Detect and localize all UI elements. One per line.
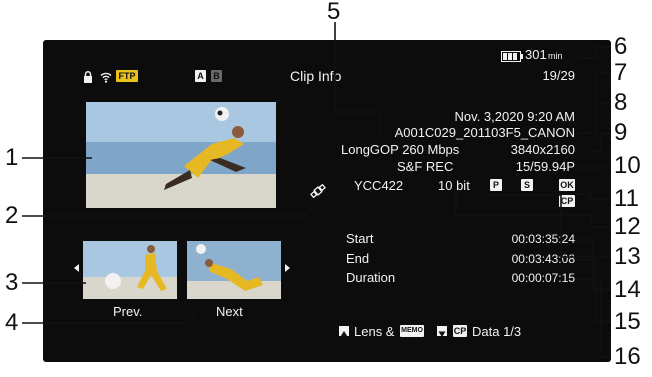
main-thumbnail	[86, 102, 276, 208]
memo-badge: MEMO	[400, 325, 424, 337]
next-label[interactable]: Next	[216, 305, 243, 318]
s-mark-badge: S	[521, 179, 533, 191]
callout-15: 15	[614, 308, 641, 335]
duration-timecode: 00:00:07:15	[511, 271, 575, 285]
start-timecode: 00:03:35:24	[511, 232, 575, 246]
p-mark-badge: P	[490, 179, 502, 191]
prev-thumbnail[interactable]	[83, 241, 177, 299]
bit-depth: 10 bit	[438, 178, 470, 193]
lens-label: Lens &	[354, 324, 395, 339]
wifi-icon	[100, 70, 112, 83]
resolution: 3840x2160	[510, 142, 575, 157]
battery-unit: min	[548, 51, 563, 61]
codec-bitrate: LongGOP 260 Mbps	[341, 142, 460, 157]
gps-icon	[310, 183, 326, 199]
sf-rec: S&F REC	[397, 159, 454, 174]
lock-icon	[83, 70, 93, 83]
callout-13: 13	[614, 243, 641, 270]
callout-10: 10	[614, 152, 641, 179]
prev-label[interactable]: Prev.	[113, 305, 142, 318]
callout-11: 11	[614, 185, 639, 212]
clip-counter: 19/29	[542, 68, 575, 83]
callout-1: 1	[5, 144, 19, 171]
start-label: Start	[346, 231, 374, 246]
battery-icon	[501, 49, 523, 62]
cp-data-badge: CP	[453, 325, 467, 337]
down-arrow-icon[interactable]	[437, 326, 447, 337]
screen-title: Clip Info	[290, 68, 342, 84]
slot-b-badge: B	[211, 70, 222, 82]
callout-4: 4	[5, 309, 19, 336]
cp-mark-badge: CP	[559, 195, 575, 207]
camera-screen: FTP A B Clip Info 301 min 19/29 Prev. Ne…	[43, 40, 611, 362]
callout-3: 3	[5, 269, 19, 296]
end-label: End	[346, 251, 370, 266]
callout-6: 6	[614, 33, 628, 60]
next-thumbnail[interactable]	[187, 241, 281, 299]
callout-14: 14	[614, 276, 641, 303]
clip-name: A001C029_201103F5_CANON	[394, 125, 575, 140]
up-arrow-icon[interactable]	[339, 326, 349, 337]
ok-mark-badge: OK	[559, 179, 575, 191]
ftp-badge: FTP	[116, 70, 138, 82]
data-page-label: Data 1/3	[472, 324, 522, 339]
left-arrow-icon[interactable]	[74, 264, 79, 272]
frame-rate: 15/59.94P	[515, 159, 575, 174]
duration-label: Duration	[346, 270, 396, 285]
end-timecode: 00:03:43:08	[511, 252, 575, 266]
recording-date-time: Nov. 3,2020 9:20 AM	[454, 109, 575, 124]
callout-2: 2	[5, 202, 19, 229]
callout-7: 7	[614, 59, 628, 86]
callout-9: 9	[614, 119, 628, 146]
callout-5: 5	[327, 0, 341, 25]
callout-8: 8	[614, 89, 628, 116]
battery-time: 301	[525, 47, 547, 62]
slot-a-badge: A	[195, 70, 206, 82]
callout-16: 16	[614, 343, 641, 370]
color-sampling: YCC422	[354, 178, 404, 193]
callout-12: 12	[614, 213, 641, 240]
right-arrow-icon[interactable]	[285, 264, 290, 272]
